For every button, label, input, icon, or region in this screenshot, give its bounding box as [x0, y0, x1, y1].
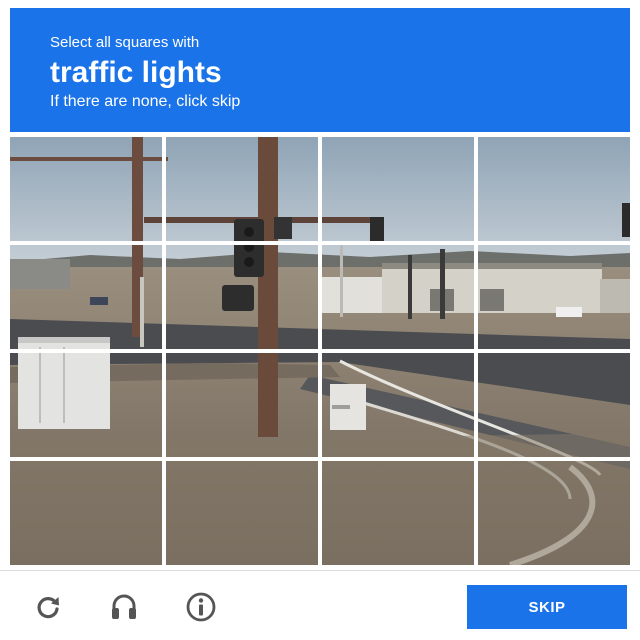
- image-tile[interactable]: [478, 137, 630, 241]
- info-icon[interactable]: [183, 589, 219, 625]
- image-tile[interactable]: [10, 245, 162, 349]
- street-scene-fragment: [166, 353, 318, 457]
- image-tile[interactable]: [10, 137, 162, 241]
- street-scene-fragment: [478, 137, 630, 241]
- image-tile[interactable]: [478, 245, 630, 349]
- street-scene-fragment: [10, 137, 162, 241]
- target-object-label: traffic lights: [50, 56, 222, 89]
- instruction-text: Select all squares with: [50, 34, 200, 51]
- street-scene-fragment: [478, 245, 630, 349]
- captcha-challenge: Select all squares with traffic lights I…: [0, 0, 640, 640]
- image-tile[interactable]: [166, 137, 318, 241]
- image-tile[interactable]: [322, 245, 474, 349]
- skip-hint: If there are none, click skip: [50, 93, 241, 110]
- street-scene-fragment: [322, 137, 474, 241]
- street-scene-fragment: [10, 461, 162, 565]
- image-tile[interactable]: [322, 353, 474, 457]
- street-scene-fragment: [10, 353, 162, 457]
- instruction-header: Select all squares with traffic lights I…: [10, 8, 630, 132]
- street-scene-fragment: [322, 353, 474, 457]
- reload-icon[interactable]: [30, 589, 66, 625]
- street-scene-fragment: [478, 353, 630, 457]
- image-tile[interactable]: [322, 137, 474, 241]
- skip-button[interactable]: SKIP: [467, 585, 627, 629]
- image-tile[interactable]: [166, 461, 318, 565]
- street-scene-fragment: [166, 245, 318, 349]
- street-scene-fragment: [322, 245, 474, 349]
- image-tile[interactable]: [478, 461, 630, 565]
- headphones-icon[interactable]: [106, 589, 142, 625]
- street-scene-fragment: [166, 137, 318, 241]
- image-tile[interactable]: [322, 461, 474, 565]
- street-scene-fragment: [166, 461, 318, 565]
- street-scene-fragment: [10, 245, 162, 349]
- image-tile[interactable]: [478, 353, 630, 457]
- captcha-footer: SKIP: [0, 570, 640, 640]
- image-tile[interactable]: [10, 353, 162, 457]
- image-tile[interactable]: [166, 353, 318, 457]
- image-tile[interactable]: [10, 461, 162, 565]
- image-tile[interactable]: [166, 245, 318, 349]
- street-scene-fragment: [478, 461, 630, 565]
- image-grid: [10, 137, 630, 565]
- street-scene-fragment: [322, 461, 474, 565]
